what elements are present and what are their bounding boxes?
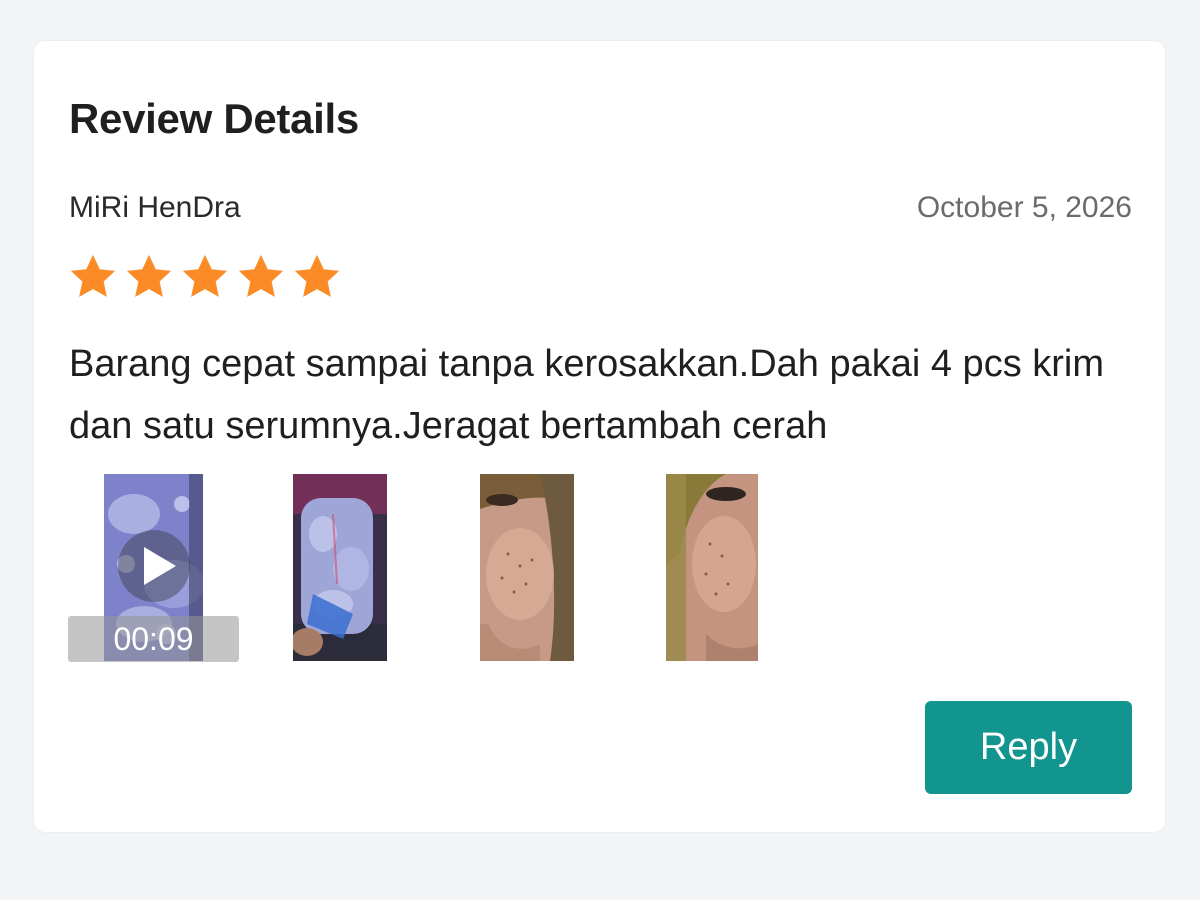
reply-button[interactable]: Reply bbox=[925, 701, 1132, 794]
star-icon bbox=[238, 254, 284, 297]
review-comment: Barang cepat sampai tanpa kerosakkan.Dah… bbox=[69, 343, 1104, 447]
video-duration-badge: 00:09 bbox=[68, 616, 239, 662]
review-photo bbox=[666, 474, 758, 661]
play-icon bbox=[144, 547, 176, 585]
reviewer-name: MiRi HenDra bbox=[69, 191, 241, 224]
play-button[interactable] bbox=[118, 530, 190, 602]
review-image-thumbnail[interactable] bbox=[293, 474, 387, 661]
star-icon bbox=[126, 254, 172, 297]
review-image-thumbnail[interactable] bbox=[666, 474, 758, 661]
star-icon bbox=[182, 254, 228, 297]
star-rating bbox=[67, 251, 343, 303]
star-icon bbox=[294, 254, 340, 297]
review-photo bbox=[293, 474, 387, 661]
review-details-card: Review Details MiRi HenDra October 5, 20… bbox=[33, 40, 1166, 833]
review-date: October 5, 2026 bbox=[916, 191, 1132, 224]
review-image-thumbnail[interactable] bbox=[480, 474, 574, 661]
review-photo bbox=[480, 474, 574, 661]
card-title: Review Details bbox=[69, 95, 359, 142]
star-icon bbox=[70, 254, 116, 297]
